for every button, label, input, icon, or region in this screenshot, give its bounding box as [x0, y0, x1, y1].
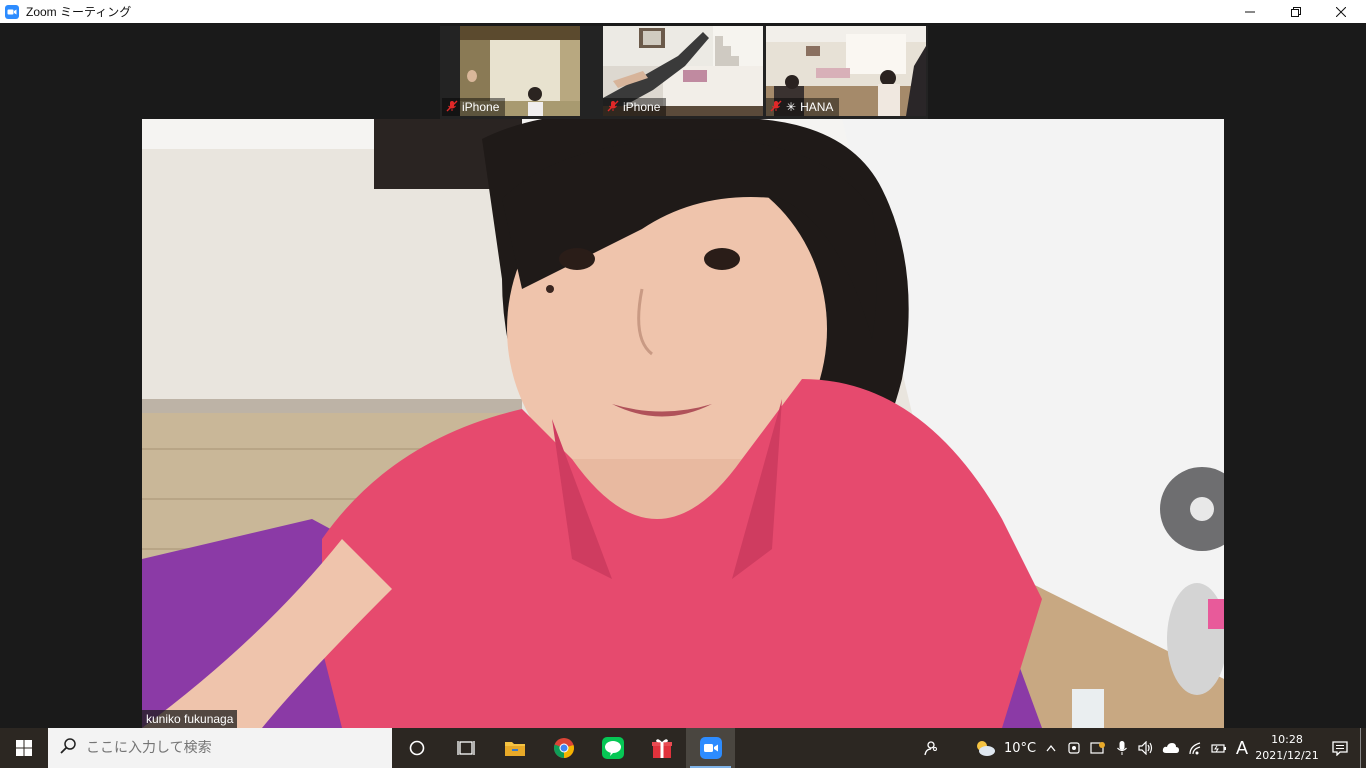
chevron-up-icon — [1046, 744, 1056, 752]
search-input[interactable] — [86, 740, 366, 756]
taskbar-search-box[interactable] — [48, 728, 392, 768]
line-icon — [601, 737, 624, 759]
windows-logo-icon — [16, 740, 32, 756]
gift-icon — [651, 739, 672, 758]
cortana-button[interactable] — [392, 728, 441, 768]
speaker-icon — [1138, 741, 1153, 755]
muted-mic-icon — [607, 100, 619, 115]
restore-button[interactable] — [1273, 0, 1319, 23]
temperature-label[interactable]: 10°C — [1000, 728, 1040, 768]
camera-icon — [1068, 742, 1080, 754]
participant-tile[interactable] — [460, 26, 580, 116]
network-button[interactable] — [1184, 728, 1208, 768]
title-bar: Zoom ミーティング — [0, 0, 1366, 23]
asterisk-icon: ✳ — [786, 100, 797, 114]
people-button[interactable] — [910, 728, 950, 768]
participant-video — [460, 26, 580, 116]
zoom-taskbar-button[interactable] — [686, 728, 735, 768]
weather-partly-cloudy-icon — [977, 741, 995, 756]
participant-name-label: ✳ HANA — [766, 98, 840, 116]
wifi-icon — [1189, 742, 1201, 755]
folder-icon — [504, 742, 525, 756]
microphone-icon — [1117, 741, 1127, 755]
chrome-button[interactable] — [539, 728, 588, 768]
search-icon — [60, 738, 76, 758]
window-title: Zoom ミーティング — [26, 5, 132, 19]
system-tray: 10°C A 10:28 2021/12/21 — [910, 728, 1366, 768]
participant-tile[interactable]: iPhone — [603, 26, 763, 116]
gift-app-button[interactable] — [637, 728, 686, 768]
close-button[interactable] — [1318, 0, 1364, 23]
show-hidden-icons-button[interactable] — [1040, 728, 1062, 768]
taskbar: 10°C A 10:28 2021/12/21 — [0, 728, 1366, 768]
cortana-icon — [409, 740, 424, 756]
notification-icon — [1332, 741, 1348, 756]
cloud-icon — [1162, 743, 1179, 753]
weather-button[interactable] — [970, 728, 1000, 768]
start-button[interactable] — [0, 728, 48, 768]
people-icon — [924, 741, 937, 756]
participant-tile[interactable]: ✳ HANA — [766, 26, 926, 116]
ime-indicator[interactable]: A — [1230, 728, 1254, 768]
battery-charging-icon — [1211, 744, 1226, 753]
minimize-button[interactable] — [1227, 0, 1273, 23]
speaker-name-label: kuniko fukunaga — [142, 710, 238, 728]
line-button[interactable] — [588, 728, 637, 768]
task-view-button[interactable] — [441, 728, 490, 768]
update-icon — [1090, 742, 1105, 754]
volume-button[interactable] — [1134, 728, 1158, 768]
clock-date: 2021/12/21 — [1255, 749, 1319, 762]
file-explorer-button[interactable] — [490, 728, 539, 768]
clock[interactable]: 10:28 2021/12/21 — [1254, 732, 1320, 764]
onedrive-button[interactable] — [1158, 728, 1184, 768]
action-center-button[interactable] — [1320, 728, 1360, 768]
task-view-icon — [456, 741, 475, 755]
participant-name: iPhone — [623, 100, 661, 114]
active-speaker-video[interactable]: kuniko fukunaga — [142, 119, 1224, 728]
participant-name: HANA — [800, 100, 834, 114]
chrome-icon — [553, 738, 574, 759]
update-tray-button[interactable] — [1086, 728, 1110, 768]
muted-mic-icon — [770, 100, 782, 115]
show-desktop-button[interactable] — [1360, 728, 1366, 768]
speaker-video-frame — [142, 119, 1224, 728]
zoom-icon — [699, 737, 722, 759]
meeting-view: iPhone iPhone ✳ HANA kuniko fukunaga — [0, 23, 1366, 728]
zoom-logo-icon — [4, 4, 20, 20]
camera-tray-button[interactable] — [1062, 728, 1086, 768]
clock-time: 10:28 — [1271, 733, 1303, 746]
participant-name-label: iPhone — [603, 98, 667, 116]
microphone-tray-button[interactable] — [1110, 728, 1134, 768]
battery-button[interactable] — [1208, 728, 1230, 768]
